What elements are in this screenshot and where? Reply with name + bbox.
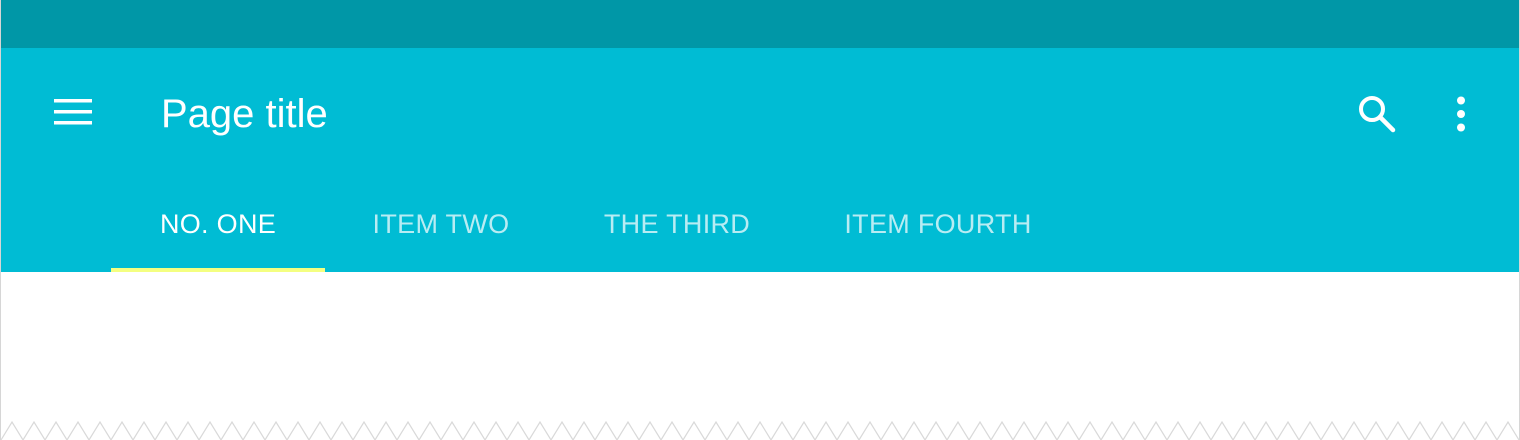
menu-button[interactable] xyxy=(41,88,105,136)
torn-edge-decoration xyxy=(1,420,1519,440)
status-bar xyxy=(1,0,1519,48)
tab-item-fourth[interactable]: ITEM FOURTH xyxy=(797,176,1079,272)
tab-bar: NO. ONE ITEM TWO THE THIRD ITEM FOURTH xyxy=(111,176,1079,272)
tab-label: NO. ONE xyxy=(159,208,277,239)
tab-label: ITEM FOURTH xyxy=(844,208,1032,239)
page-title: Page title xyxy=(161,92,328,136)
tab-label: ITEM TWO xyxy=(372,208,510,239)
tab-label: THE THIRD xyxy=(603,208,751,239)
tab-no-one[interactable]: NO. ONE xyxy=(111,176,325,272)
more-vert-icon xyxy=(1457,96,1465,132)
menu-icon xyxy=(54,99,92,125)
tab-the-third[interactable]: THE THIRD xyxy=(557,176,797,272)
search-icon xyxy=(1359,96,1396,133)
tab-item-two[interactable]: ITEM TWO xyxy=(325,176,557,272)
more-options-button[interactable] xyxy=(1437,86,1485,142)
search-button[interactable] xyxy=(1345,86,1409,142)
app-bar: Page title NO. ONE ITEM TWO THE THIRD IT… xyxy=(1,48,1519,272)
tab-active-indicator xyxy=(111,268,325,272)
app-frame: Page title NO. ONE ITEM TWO THE THIRD IT… xyxy=(0,0,1520,440)
